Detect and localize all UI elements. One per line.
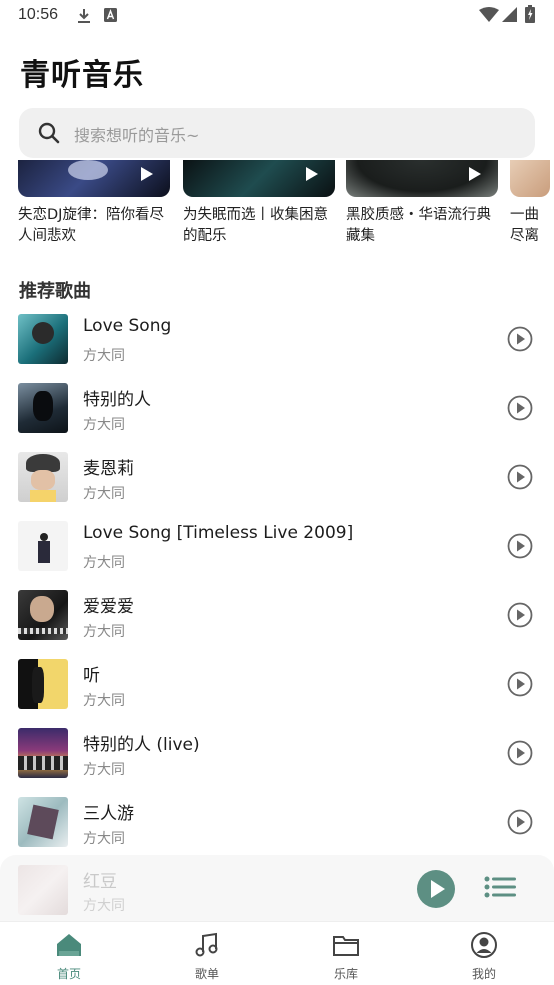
profile-icon [471, 932, 497, 958]
playlist-card[interactable]: 黑胶质感・华语流行典藏集 [346, 160, 498, 247]
playlist-queue-icon[interactable] [484, 875, 520, 901]
home-icon [57, 934, 81, 956]
wifi-icon [479, 7, 499, 22]
play-button[interactable] [416, 869, 456, 909]
song-artist: 方大同 [83, 348, 125, 364]
search-bar[interactable]: 搜索想听的音乐~ [19, 108, 535, 158]
playlist-title: 失恋DJ旋律：陪你看尽人间悲欢 [18, 207, 164, 244]
song-title: 三人游 [83, 804, 134, 824]
song-title: Love Song [Timeless Live 2009] [83, 523, 354, 543]
playlist-card[interactable]: 为失眠而选丨收集困意的配乐 [183, 160, 335, 247]
playlist-carousel[interactable]: 失恋DJ旋律：陪你看尽人间悲欢 为失眠而选丨收集困意的配乐 黑胶质感・华语流行典… [0, 160, 554, 270]
player-cover [18, 865, 68, 915]
playlist-cover [510, 160, 550, 197]
tab-label: 乐库 [333, 967, 358, 981]
status-time: 10:56 [18, 6, 59, 23]
song-cover [18, 383, 68, 433]
play-circle-icon[interactable] [507, 533, 533, 559]
song-row[interactable]: Love Song 方大同 [0, 311, 554, 380]
play-circle-icon[interactable] [507, 326, 533, 352]
playlist-cover [183, 160, 335, 197]
tab-label: 首页 [56, 967, 81, 981]
app-title: 青听音乐 [20, 58, 144, 93]
song-row[interactable]: 爱爱爱 方大同 [0, 587, 554, 656]
playlist-title: 为失眠而选丨收集困意的配乐 [183, 207, 328, 244]
search-icon [38, 122, 60, 144]
song-artist: 方大同 [83, 555, 125, 571]
song-row[interactable]: 听 方大同 [0, 656, 554, 725]
play-circle-icon[interactable] [507, 671, 533, 697]
song-row[interactable]: Love Song [Timeless Live 2009] 方大同 [0, 518, 554, 587]
folder-icon [333, 936, 359, 956]
song-artist: 方大同 [83, 762, 125, 778]
tab-label: 我的 [471, 967, 496, 981]
song-artist: 方大同 [83, 831, 125, 847]
playlist-card[interactable]: 失恋DJ旋律：陪你看尽人间悲欢 [18, 160, 170, 247]
song-row[interactable]: 三人游 方大同 [0, 794, 554, 863]
song-title: Love Song [83, 316, 172, 336]
play-icon[interactable] [305, 166, 319, 182]
music-note-icon [195, 932, 218, 957]
song-cover [18, 728, 68, 778]
player-title: 红豆 [83, 872, 117, 892]
song-artist: 方大同 [83, 693, 125, 709]
play-icon[interactable] [468, 166, 482, 182]
tab-library[interactable]: 乐库 [277, 922, 415, 985]
play-circle-icon[interactable] [507, 602, 533, 628]
song-row[interactable]: 麦恩莉 方大同 [0, 449, 554, 518]
song-row[interactable]: 特别的人 方大同 [0, 380, 554, 449]
playlist-card[interactable]: 一曲尽离 [510, 160, 550, 247]
playlist-title: 一曲尽离 [510, 207, 539, 244]
tab-label: 歌单 [194, 967, 219, 981]
song-artist: 方大同 [83, 417, 125, 433]
playlist-title: 黑胶质感・华语流行典藏集 [346, 207, 491, 244]
status-bar: 10:56 [0, 0, 554, 32]
playlist-cover [18, 160, 170, 197]
song-title: 麦恩莉 [83, 459, 134, 479]
section-title-recommended: 推荐歌曲 [19, 281, 91, 302]
song-cover [18, 521, 68, 571]
song-artist: 方大同 [83, 486, 125, 502]
playlist-cover [346, 160, 498, 197]
battery-charging-icon [525, 5, 535, 23]
tab-playlists[interactable]: 歌单 [138, 922, 276, 985]
keyboard-a-icon [104, 8, 117, 22]
song-title: 特别的人 (live) [83, 735, 200, 755]
song-title: 特别的人 [83, 390, 151, 410]
mini-player[interactable]: 红豆 方大同 [0, 855, 554, 921]
cellular-signal-icon [502, 7, 517, 22]
play-circle-icon[interactable] [507, 395, 533, 421]
play-circle-icon[interactable] [507, 809, 533, 835]
song-row[interactable]: 特别的人 (live) 方大同 [0, 725, 554, 794]
song-cover [18, 797, 68, 847]
player-artist: 方大同 [83, 898, 125, 914]
search-placeholder: 搜索想听的音乐~ [74, 126, 200, 145]
song-cover [18, 659, 68, 709]
download-icon [78, 9, 90, 23]
play-icon[interactable] [140, 166, 154, 182]
song-artist: 方大同 [83, 624, 125, 640]
play-circle-icon[interactable] [507, 464, 533, 490]
song-cover [18, 452, 68, 502]
tab-home[interactable]: 首页 [0, 922, 138, 985]
song-title: 爱爱爱 [83, 597, 134, 617]
play-circle-icon[interactable] [507, 740, 533, 766]
song-cover [18, 590, 68, 640]
song-cover [18, 314, 68, 364]
tab-profile[interactable]: 我的 [415, 922, 553, 985]
song-title: 听 [83, 666, 100, 686]
bottom-tab-bar: 首页 歌单 乐库 我的 [0, 921, 554, 985]
